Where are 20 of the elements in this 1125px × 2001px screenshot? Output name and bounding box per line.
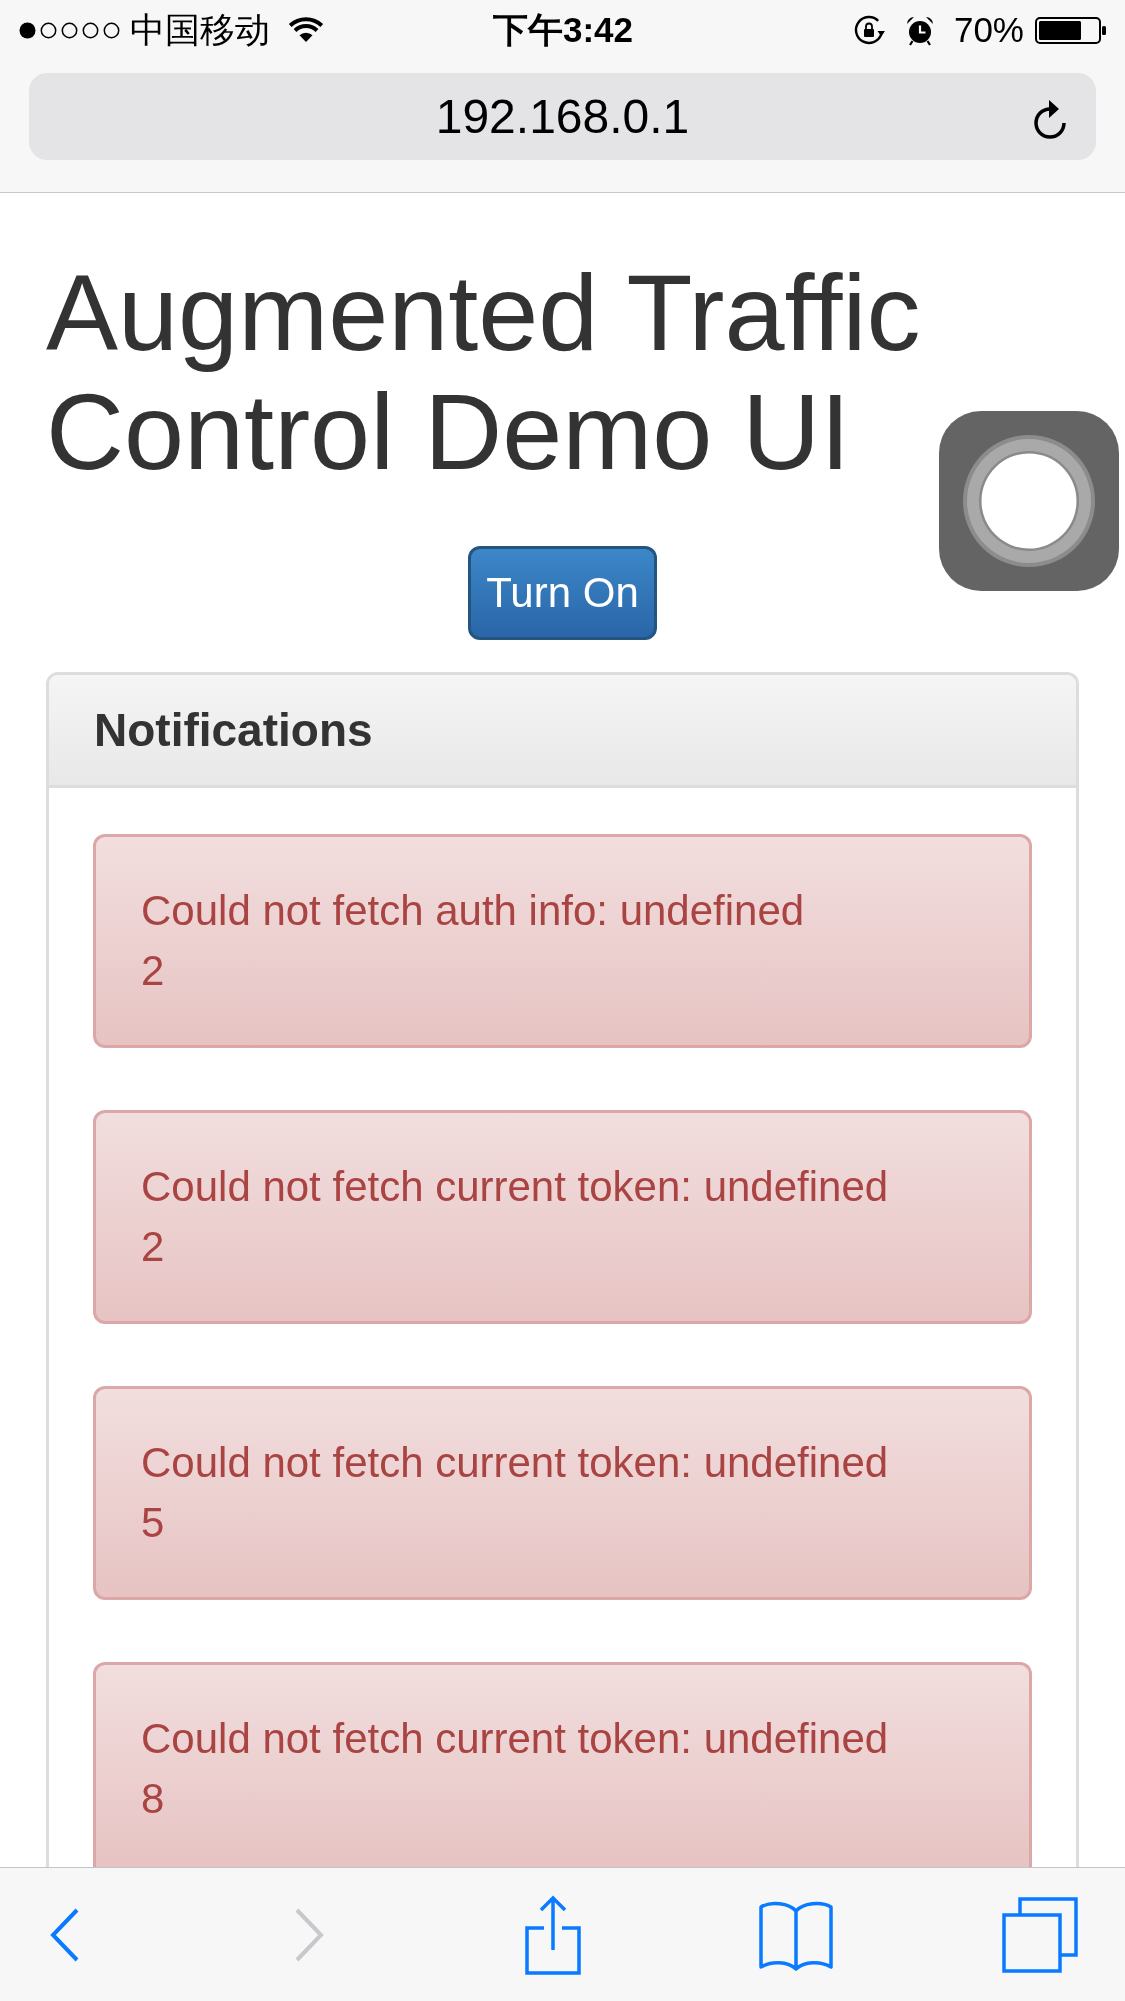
alert-count: 8 <box>141 1774 165 1824</box>
alarm-clock-icon <box>904 14 935 46</box>
address-field[interactable]: 192.168.0.1 <box>29 73 1096 160</box>
signal-dots-icon <box>19 21 120 39</box>
alert-message: Could not fetch current token: undefined <box>141 1438 889 1488</box>
alert-count: 2 <box>141 1222 165 1272</box>
clock-time: 下午3:42 <box>492 10 634 50</box>
turn-on-button[interactable]: Turn On <box>468 546 657 640</box>
alert-message: Could not fetch current token: undefined <box>141 1714 889 1764</box>
alert-message: Could not fetch current token: undefined <box>141 1162 889 1212</box>
alert-message: Could not fetch auth info: undefined <box>141 886 805 936</box>
alert-count: 2 <box>141 946 165 996</box>
panel-heading: Notifications <box>49 675 1076 788</box>
alert-count: 5 <box>141 1498 165 1548</box>
battery-icon <box>1035 16 1107 44</box>
carrier-name: 中国移动 <box>130 10 270 50</box>
wifi-icon <box>288 17 324 43</box>
page-title: Augmented Traffic Control Demo UI <box>46 253 922 491</box>
battery-percent: 70% <box>953 10 1024 50</box>
floating-ring-button-icon[interactable] <box>939 411 1119 591</box>
